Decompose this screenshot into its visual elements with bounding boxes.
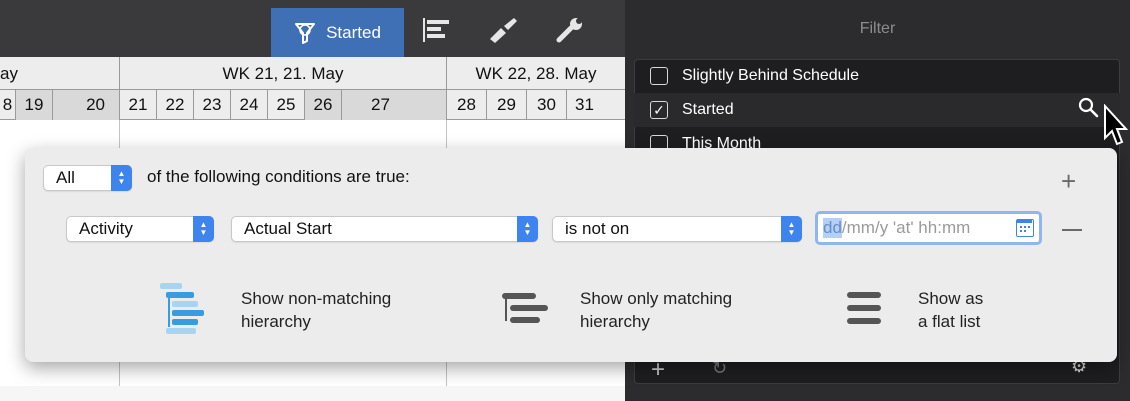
brush-icon[interactable]	[487, 17, 519, 43]
day-label: 19	[15, 90, 52, 120]
checkbox-checked[interactable]: ✓	[650, 101, 668, 119]
checkbox[interactable]	[650, 67, 668, 85]
filter-item-slightly-behind[interactable]: Slightly Behind Schedule	[634, 59, 1120, 93]
chevron-updown-icon: ▲ ▼	[781, 216, 802, 242]
calendar-grid-icon	[1017, 220, 1032, 232]
date-input[interactable]: dd/mm/y 'at' hh:mm	[815, 211, 1042, 245]
chevron-updown-icon: ▲ ▼	[111, 165, 132, 191]
filter-item-label: Slightly Behind Schedule	[682, 67, 860, 84]
filter-button-started[interactable]: Started	[271, 8, 404, 57]
date-segment-day[interactable]: dd	[823, 218, 842, 238]
match-mode-select[interactable]: All ▲ ▼	[43, 165, 132, 191]
day-label: 30	[526, 90, 566, 120]
filter-item-started[interactable]: ✓ Started	[634, 93, 1120, 127]
scope-select[interactable]: Activity ▲ ▼	[66, 216, 214, 242]
day-label: 26	[304, 90, 341, 120]
filter-icon	[295, 22, 316, 44]
condition-text: of the following conditions are true:	[147, 167, 410, 186]
week-header: ay WK 21, 21. May WK 22, 28. May	[0, 57, 625, 90]
day-label: 24	[230, 90, 267, 120]
day-label: 8	[0, 90, 15, 120]
active-filter-label: Started	[326, 22, 381, 42]
day-label: 25	[267, 90, 304, 120]
option-label: Show only matching	[580, 289, 733, 308]
flat-list-icon[interactable]	[847, 292, 881, 326]
operator-value: is not on	[565, 219, 630, 238]
filter-item-label: Started	[682, 101, 734, 118]
week-label: WK 22, 28. May	[446, 57, 625, 90]
option-label: hierarchy	[241, 312, 311, 331]
day-header: 8 19 20 21 22 23 24 25 26 27 28 29 30 31	[0, 90, 625, 120]
day-label: 21	[119, 90, 156, 120]
day-label: 20	[52, 90, 119, 120]
day-label: 28	[446, 90, 486, 120]
wrench-icon[interactable]	[555, 17, 587, 43]
gantt-footer	[0, 386, 625, 401]
chevron-updown-icon: ▲ ▼	[193, 216, 214, 242]
day-label: 31	[566, 90, 625, 120]
option-label: hierarchy	[580, 312, 650, 331]
week-label: WK 21, 21. May	[119, 57, 446, 90]
day-label: 29	[486, 90, 526, 120]
day-label: 23	[193, 90, 230, 120]
chevron-updown-icon: ▲ ▼	[517, 216, 538, 242]
filter-panel-title: Filter	[859, 19, 896, 37]
day-label: 22	[156, 90, 193, 120]
search-icon[interactable]	[1078, 97, 1100, 119]
option-label: Show as	[918, 289, 984, 308]
remove-condition-button[interactable]	[1062, 229, 1082, 231]
hierarchy-non-matching-icon[interactable]	[160, 283, 212, 337]
gantt-view-icon[interactable]	[421, 17, 455, 43]
show-flat-list-option[interactable]: Show as a flat list	[918, 287, 983, 333]
operator-select[interactable]: is not on ▲ ▼	[552, 216, 802, 242]
field-value: Actual Start	[244, 219, 332, 238]
field-select[interactable]: Actual Start ▲ ▼	[231, 216, 538, 242]
scope-value: Activity	[79, 219, 133, 238]
add-condition-button[interactable]: +	[1061, 166, 1076, 197]
hierarchy-matching-icon[interactable]	[502, 293, 548, 329]
show-only-matching-option[interactable]: Show only matching hierarchy	[580, 287, 732, 333]
toolbar: Started	[0, 0, 625, 57]
mouse-cursor-icon	[1104, 104, 1129, 146]
day-label: 27	[341, 90, 446, 120]
calendar-icon[interactable]	[1016, 219, 1034, 237]
option-label: a flat list	[918, 312, 981, 331]
match-mode-value: All	[56, 168, 75, 187]
date-format-rest: /mm/y 'at' hh:mm	[841, 218, 971, 237]
option-label: Show non-matching	[241, 289, 392, 308]
show-non-matching-option[interactable]: Show non-matching hierarchy	[241, 287, 391, 333]
week-label: ay	[0, 57, 120, 90]
